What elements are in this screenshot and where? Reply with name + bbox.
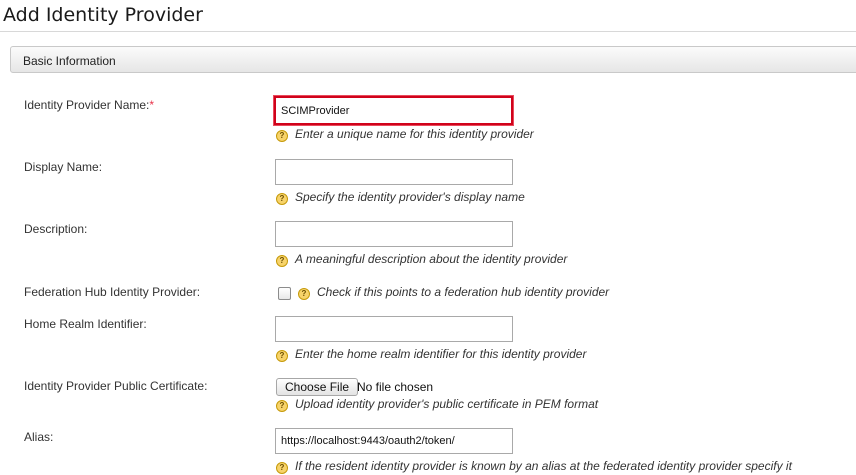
- federation-hub-checkbox[interactable]: [278, 287, 291, 300]
- home-realm-input[interactable]: [275, 316, 513, 342]
- section-title: Basic Information: [23, 54, 116, 68]
- description-input[interactable]: [275, 221, 513, 247]
- help-icon: ?: [276, 400, 288, 412]
- description-help: ? A meaningful description about the iden…: [276, 252, 567, 267]
- help-icon: ?: [276, 130, 288, 142]
- display-name-help: ? Specify the identity provider's display…: [276, 190, 525, 205]
- section-header-basic-information[interactable]: Basic Information: [10, 46, 856, 73]
- federation-hub-help: ? Check if this points to a federation hu…: [298, 285, 609, 300]
- idp-name-input[interactable]: [274, 96, 513, 125]
- display-name-label: Display Name:: [24, 160, 103, 174]
- public-certificate-label: Identity Provider Public Certificate:: [24, 379, 208, 393]
- home-realm-label: Home Realm Identifier:: [24, 317, 147, 331]
- help-icon: ?: [276, 255, 288, 267]
- display-name-input[interactable]: [275, 159, 513, 185]
- public-certificate-help: ? Upload identity provider's public certi…: [276, 397, 598, 412]
- required-mark: *: [149, 98, 155, 112]
- page-title: Add Identity Provider: [3, 4, 203, 26]
- help-icon: ?: [276, 193, 288, 205]
- help-icon: ?: [276, 462, 288, 474]
- alias-label: Alias:: [24, 430, 54, 444]
- title-divider: [0, 31, 856, 32]
- home-realm-help: ? Enter the home realm identifier for thi…: [276, 347, 586, 362]
- idp-name-label: Identity Provider Name:*: [24, 98, 155, 112]
- file-status: No file chosen: [357, 380, 434, 394]
- help-icon: ?: [276, 350, 288, 362]
- alias-help: ? If the resident identity provider is kn…: [276, 459, 792, 474]
- federation-hub-label: Federation Hub Identity Provider:: [24, 285, 201, 299]
- idp-name-help: ? Enter a unique name for this identity p…: [276, 127, 534, 142]
- alias-input[interactable]: [275, 428, 513, 454]
- description-label: Description:: [24, 222, 88, 236]
- choose-file-button[interactable]: Choose File: [276, 378, 359, 396]
- help-icon: ?: [298, 288, 310, 300]
